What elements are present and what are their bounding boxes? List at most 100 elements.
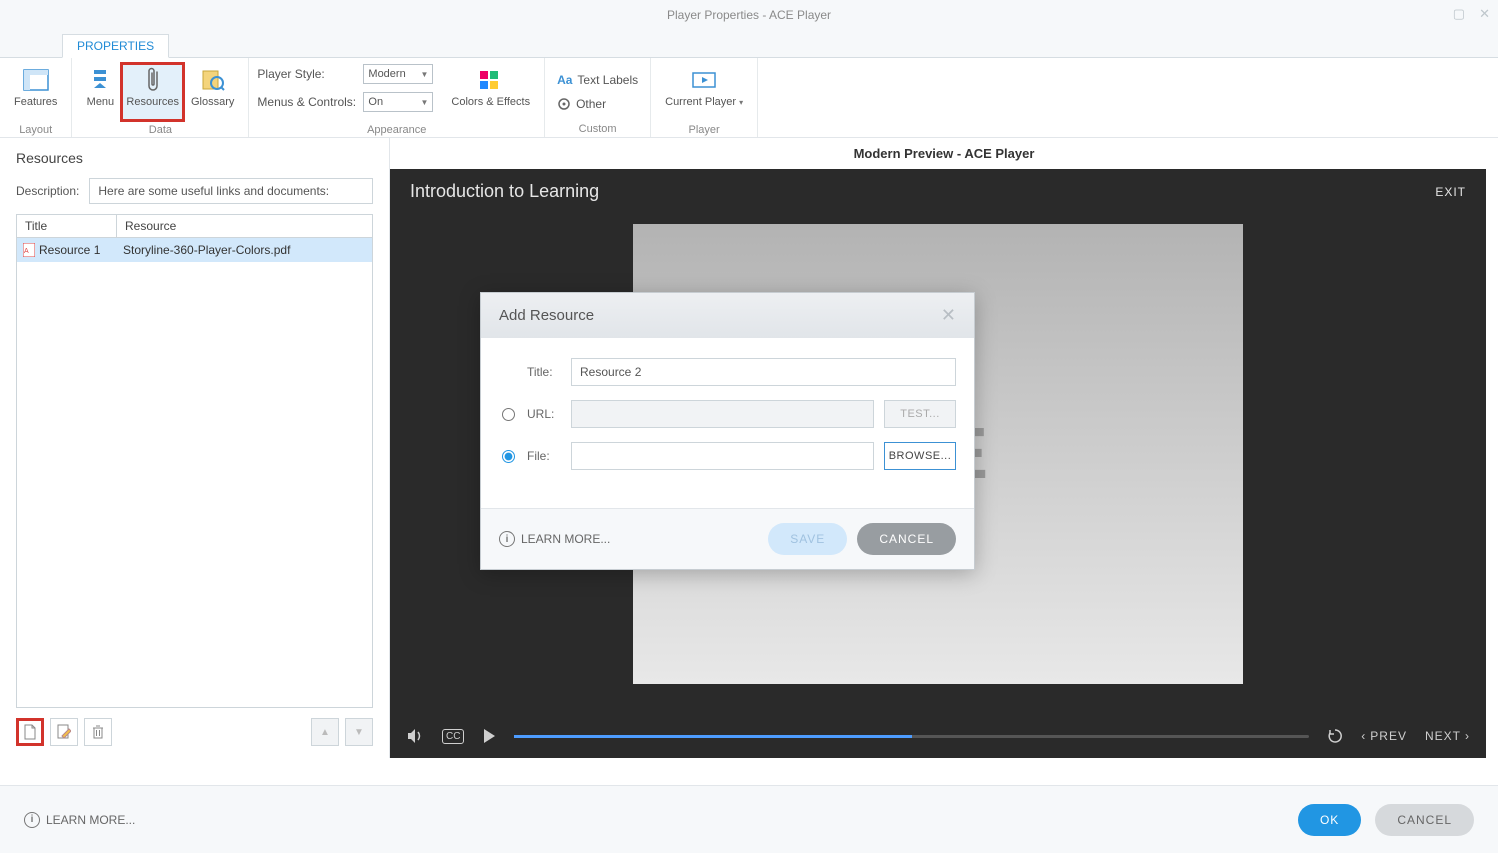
info-icon: i	[24, 812, 40, 828]
features-button[interactable]: Features	[8, 62, 63, 122]
features-label: Features	[14, 96, 57, 108]
resources-label: Resources	[126, 96, 179, 108]
resource-title-input[interactable]	[571, 358, 956, 386]
current-player-label: Current Player	[665, 96, 736, 108]
current-player-button[interactable]: Current Player ▾	[659, 62, 749, 122]
learn-more-label: LEARN MORE...	[46, 813, 135, 827]
description-label: Description:	[16, 184, 79, 198]
window-title: Player Properties - ACE Player	[667, 8, 831, 22]
browse-button[interactable]: BROWSE...	[884, 442, 956, 470]
custom-group-label: Custom	[553, 121, 642, 135]
glossary-button[interactable]: Glossary	[185, 62, 240, 122]
menus-controls-value: On	[368, 96, 383, 108]
resource-file-input[interactable]	[571, 442, 874, 470]
chevron-down-icon: ▼	[420, 98, 428, 107]
menu-button[interactable]: Menu	[80, 62, 120, 122]
text-labels-icon: Aa	[557, 73, 572, 87]
add-resource-button[interactable]	[16, 718, 44, 746]
resources-toolbar: ▲ ▼	[16, 718, 373, 746]
restore-icon[interactable]: ▢	[1453, 6, 1465, 22]
glossary-label: Glossary	[191, 96, 234, 108]
arrow-down-icon: ▼	[354, 727, 364, 738]
move-up-button[interactable]: ▲	[311, 718, 339, 746]
other-label: Other	[576, 97, 606, 111]
table-row[interactable]: A Resource 1 Storyline-360-Player-Colors…	[17, 238, 372, 262]
add-resource-dialog: Add Resource ✕ Title: URL: TEST... File:…	[480, 292, 975, 570]
colors-effects-label: Colors & Effects	[451, 96, 530, 108]
data-group-label: Data	[80, 122, 240, 136]
tab-properties[interactable]: PROPERTIES	[62, 34, 169, 58]
edit-resource-button[interactable]	[50, 718, 78, 746]
dialog-learn-more-label: LEARN MORE...	[521, 532, 610, 546]
player-controls: CC ‹ PREV NEXT ›	[390, 714, 1486, 758]
close-icon[interactable]: ✕	[1479, 6, 1490, 22]
prev-label: PREV	[1370, 729, 1407, 743]
test-button[interactable]: TEST...	[884, 400, 956, 428]
menus-controls-select[interactable]: On ▼	[363, 92, 433, 112]
chevron-down-icon: ▾	[739, 98, 743, 107]
replay-icon[interactable]	[1327, 728, 1343, 744]
dialog-save-button[interactable]: SAVE	[768, 523, 847, 555]
cancel-button[interactable]: CANCEL	[1375, 804, 1474, 836]
pdf-icon: A	[23, 243, 35, 257]
move-down-button[interactable]: ▼	[345, 718, 373, 746]
ribbon-group-player: Current Player ▾ Player	[651, 58, 758, 137]
ribbon-group-custom: Aa Text Labels Other Custom	[545, 58, 651, 137]
ribbon-group-layout: Features Layout	[0, 58, 72, 137]
glossary-icon	[199, 66, 227, 94]
file-radio[interactable]	[502, 450, 515, 463]
paperclip-icon	[139, 66, 167, 94]
chevron-down-icon: ▼	[420, 70, 428, 79]
player-style-select[interactable]: Modern ▼	[363, 64, 433, 84]
dialog-learn-more-link[interactable]: i LEARN MORE...	[499, 531, 610, 547]
tab-strip: PROPERTIES	[0, 30, 1498, 58]
new-document-icon	[23, 724, 37, 740]
dialog-close-icon[interactable]: ✕	[941, 305, 956, 326]
play-icon[interactable]	[482, 728, 496, 744]
appearance-group-label: Appearance	[257, 122, 536, 136]
footer: i LEARN MORE... OK CANCEL	[0, 785, 1498, 853]
slide-title: Introduction to Learning	[410, 181, 599, 202]
dialog-title: Add Resource	[499, 307, 594, 324]
resource-url-input[interactable]	[571, 400, 874, 428]
prev-button[interactable]: ‹ PREV	[1361, 729, 1407, 743]
preview-heading: Modern Preview - ACE Player	[390, 138, 1498, 169]
ribbon-group-appearance: Player Style: Modern ▼ Menus & Controls:…	[249, 58, 545, 137]
title-bar: Player Properties - ACE Player ▢ ✕	[0, 0, 1498, 30]
col-resource[interactable]: Resource	[117, 215, 372, 237]
text-labels-button[interactable]: Aa Text Labels	[553, 71, 642, 89]
player-group-label: Player	[659, 122, 749, 136]
features-icon	[22, 66, 50, 94]
row-title: Resource 1	[39, 243, 100, 257]
resources-button[interactable]: Resources	[120, 62, 185, 122]
other-button[interactable]: Other	[553, 95, 610, 113]
learn-more-link[interactable]: i LEARN MORE...	[24, 812, 135, 828]
description-input[interactable]	[89, 178, 373, 204]
progress-bar[interactable]	[514, 735, 1309, 738]
delete-resource-button[interactable]	[84, 718, 112, 746]
trash-icon	[91, 724, 105, 740]
exit-button[interactable]: EXIT	[1435, 185, 1466, 199]
dialog-cancel-button[interactable]: CANCEL	[857, 523, 956, 555]
next-label: NEXT	[1425, 729, 1461, 743]
colors-effects-button[interactable]: Colors & Effects	[445, 62, 536, 122]
dialog-url-label: URL:	[527, 407, 561, 421]
text-labels-label: Text Labels	[577, 73, 638, 87]
edit-icon	[57, 724, 71, 740]
chevron-left-icon: ‹	[1361, 729, 1366, 743]
col-title[interactable]: Title	[17, 215, 117, 237]
dialog-file-label: File:	[527, 449, 561, 463]
player-style-label: Player Style:	[257, 67, 357, 81]
ok-button[interactable]: OK	[1298, 804, 1361, 836]
ribbon-group-data: Menu Resources Glossary Data	[72, 58, 249, 137]
ribbon: Features Layout Menu Resources	[0, 58, 1498, 138]
url-radio[interactable]	[502, 408, 515, 421]
player-icon	[690, 66, 718, 94]
menus-controls-label: Menus & Controls:	[257, 95, 357, 109]
volume-icon[interactable]	[406, 728, 424, 744]
svg-text:A: A	[24, 248, 29, 255]
resources-panel: Resources Description: Title Resource A …	[0, 138, 390, 758]
arrow-up-icon: ▲	[320, 727, 330, 738]
next-button[interactable]: NEXT ›	[1425, 729, 1470, 743]
cc-icon[interactable]: CC	[442, 729, 464, 744]
